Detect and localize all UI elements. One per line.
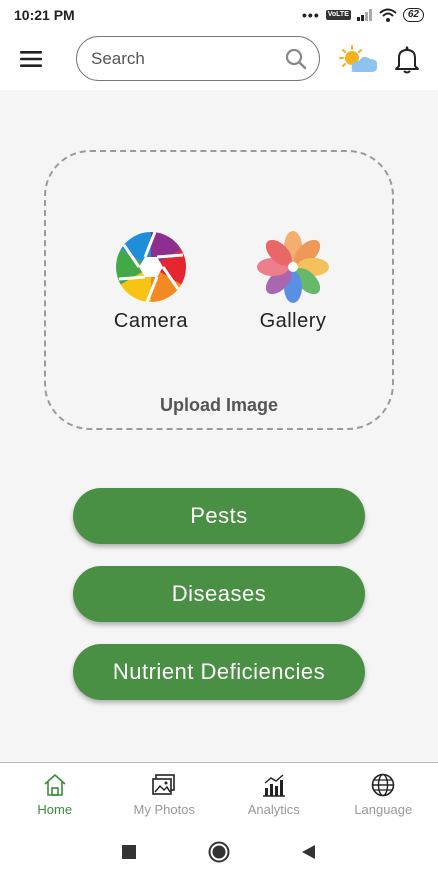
status-bar: 10:21 PM ••• VoLTE 62 [0, 0, 438, 30]
nav-label-language: Language [354, 802, 413, 817]
notification-dots-icon: ••• [302, 7, 320, 23]
camera-label: Camera [113, 310, 189, 332]
bottom-nav: Home My Photos Analytics Language [0, 762, 438, 826]
nav-item-my-photos[interactable]: My Photos [110, 763, 220, 826]
home-button-icon[interactable] [208, 841, 230, 863]
search-box[interactable] [76, 36, 320, 81]
pests-button[interactable]: Pests [73, 488, 365, 544]
system-nav-bar [0, 826, 438, 878]
nav-label-my-photos: My Photos [133, 802, 195, 817]
weather-icon[interactable] [338, 44, 380, 76]
nav-item-analytics[interactable]: Analytics [219, 763, 329, 826]
nav-item-language[interactable]: Language [329, 763, 438, 826]
search-icon[interactable] [285, 48, 307, 70]
camera-icon[interactable] [114, 230, 188, 304]
analytics-icon [262, 774, 285, 797]
status-icons: ••• VoLTE 62 [302, 7, 424, 23]
status-time: 10:21 PM [14, 7, 75, 23]
globe-icon [371, 773, 395, 797]
nav-label-home: Home [37, 802, 73, 817]
upload-area[interactable]: Camera Gallery Upload Image [44, 150, 394, 430]
nav-item-home[interactable]: Home [0, 763, 110, 826]
signal-icon [356, 9, 372, 21]
bell-icon[interactable] [394, 46, 420, 74]
battery-icon: 62 [402, 8, 424, 22]
diseases-button[interactable]: Diseases [73, 566, 365, 622]
photos-icon [152, 774, 176, 795]
gallery-option[interactable]: Gallery [238, 230, 348, 333]
nutrient-deficiencies-button[interactable]: Nutrient Deficiencies [73, 644, 365, 700]
upload-image-label: Upload Image [159, 395, 279, 415]
search-input[interactable] [91, 48, 261, 69]
gallery-label: Gallery [259, 310, 327, 332]
volte-icon: VoLTE [325, 10, 351, 20]
nav-label-analytics: Analytics [247, 802, 300, 817]
main-content: Camera Gallery Upload Image Pests Diseas… [0, 90, 438, 762]
menu-icon[interactable] [20, 50, 42, 68]
recent-apps-icon[interactable] [119, 842, 139, 862]
wifi-icon [379, 8, 397, 22]
back-icon[interactable] [299, 842, 319, 862]
gallery-icon[interactable] [256, 230, 330, 304]
home-icon [44, 774, 66, 796]
app-bar [0, 30, 438, 90]
camera-option[interactable]: Camera [96, 230, 206, 333]
